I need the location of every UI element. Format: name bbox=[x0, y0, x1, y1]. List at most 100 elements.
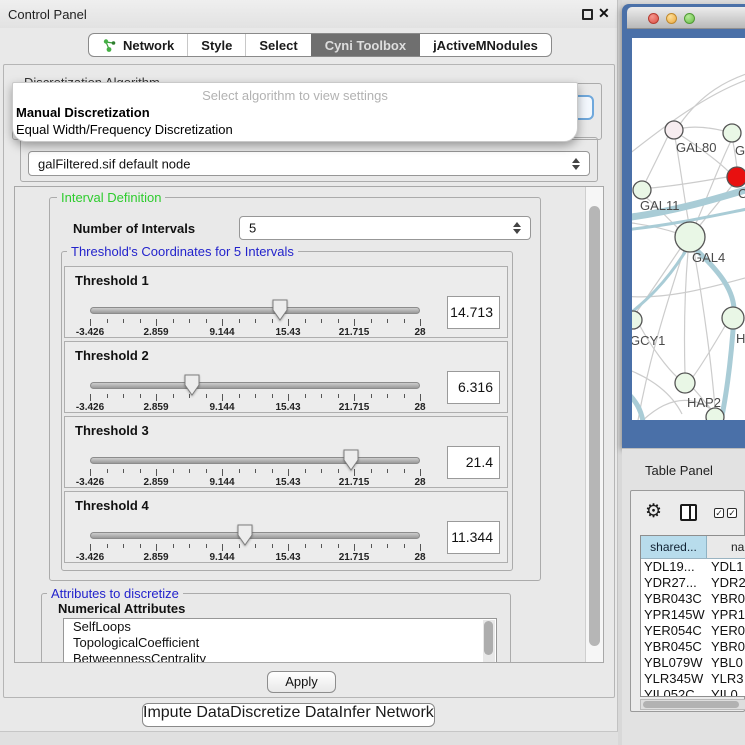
cell-name[interactable]: YBR0 bbox=[707, 591, 745, 607]
tab-jactivemnodules[interactable]: jActiveMNodules bbox=[419, 34, 551, 56]
table-horizontal-scrollbar[interactable] bbox=[640, 699, 745, 710]
column-header-shared-name[interactable]: shared... bbox=[641, 536, 707, 558]
cell-shared-name[interactable]: YBR043C bbox=[641, 591, 707, 607]
threshold-2-slider-thumb[interactable] bbox=[184, 374, 200, 396]
cell-name[interactable]: YPR1 bbox=[707, 607, 745, 623]
threshold-2-slider-track[interactable] bbox=[90, 382, 420, 389]
network-icon bbox=[102, 38, 117, 53]
num-intervals-combobox[interactable]: 5 bbox=[239, 216, 531, 240]
numerical-attributes-list[interactable]: SelfLoopsTopologicalCoefficientBetweenne… bbox=[63, 618, 497, 663]
cell-shared-name[interactable]: YPR145W bbox=[641, 607, 707, 623]
tab-cyni-toolbox[interactable]: Cyni Toolbox bbox=[311, 34, 419, 56]
cell-shared-name[interactable]: YIL052C bbox=[641, 687, 707, 697]
cell-name[interactable]: YLR3 bbox=[707, 671, 745, 687]
window-title: Control Panel bbox=[8, 7, 87, 22]
cell-shared-name[interactable]: YBL079W bbox=[641, 655, 707, 671]
algorithm-option[interactable]: Equal Width/Frequency Discretization bbox=[16, 121, 569, 138]
float-window-icon[interactable] bbox=[582, 9, 593, 20]
top-tab-bar: NetworkStyleSelectCyni ToolboxjActiveMNo… bbox=[88, 33, 552, 57]
threshold-2-value-field[interactable]: 6.316 bbox=[447, 371, 500, 404]
column-header-name[interactable]: na bbox=[707, 536, 745, 558]
attributes-scrollbar[interactable] bbox=[483, 620, 495, 663]
table-row[interactable]: YBR043CYBR0 bbox=[641, 591, 745, 607]
control-panel-titlebar: Control Panel ✕ bbox=[0, 0, 617, 28]
cell-shared-name[interactable]: YBR045C bbox=[641, 639, 707, 655]
checkbox-icon[interactable]: ✓ bbox=[714, 508, 724, 518]
cell-shared-name[interactable]: YLR345W bbox=[641, 671, 707, 687]
node-label: GAL11 bbox=[640, 198, 680, 213]
table-data-combobox[interactable]: galFiltered.sif default node bbox=[28, 151, 590, 176]
attribute-list-item[interactable]: BetweennessCentrality bbox=[64, 651, 496, 663]
table-row[interactable]: YPR145WYPR1 bbox=[641, 607, 745, 623]
threshold-3-slider-thumb[interactable] bbox=[343, 449, 359, 471]
threshold-1-slider-thumb[interactable] bbox=[272, 299, 288, 321]
table-row[interactable]: YBL079WYBL0 bbox=[641, 655, 745, 671]
cell-shared-name[interactable]: YDR27... bbox=[641, 575, 707, 591]
network-window-titlebar[interactable] bbox=[627, 7, 745, 29]
threshold-3-value-field[interactable]: 21.4 bbox=[447, 446, 500, 479]
tab-style[interactable]: Style bbox=[187, 34, 245, 56]
threshold-1-slider-track[interactable] bbox=[90, 307, 420, 314]
tab-label: Infer Network bbox=[339, 704, 434, 721]
network-canvas[interactable]: GAL80GACGAL11GAL4GCY1HHAP2 bbox=[632, 38, 745, 420]
threshold-4-value-field[interactable]: 11.344 bbox=[447, 521, 500, 554]
tab-select[interactable]: Select bbox=[245, 34, 310, 56]
bottom-tab-infer-network[interactable]: Infer Network bbox=[339, 704, 434, 726]
table-row[interactable]: YIL052CYIL0 bbox=[641, 687, 745, 697]
tab-network[interactable]: Network bbox=[89, 34, 187, 56]
bottom-tab-impute-data[interactable]: Impute Data bbox=[143, 704, 230, 726]
cell-name[interactable]: YER0 bbox=[707, 623, 745, 639]
attribute-list-item[interactable]: SelfLoops bbox=[64, 619, 496, 635]
table-row[interactable]: YDL19...YDL1 bbox=[641, 559, 745, 575]
network-node-ga[interactable] bbox=[723, 124, 741, 142]
scrollbar-thumb[interactable] bbox=[643, 701, 739, 708]
cell-name[interactable]: YBL0 bbox=[707, 655, 745, 671]
bottom-tab-discretize-data[interactable]: Discretize Data bbox=[230, 704, 338, 726]
network-node-gal4[interactable] bbox=[675, 222, 705, 252]
cell-name[interactable]: YDR2 bbox=[707, 575, 745, 591]
threshold-4-slider-track[interactable] bbox=[90, 532, 420, 539]
threshold-4-slider-thumb[interactable] bbox=[237, 524, 253, 546]
table-row[interactable]: YER054CYER0 bbox=[641, 623, 745, 639]
thresholds-legend: Threshold's Coordinates for 5 Intervals bbox=[67, 244, 298, 259]
table-toolbar: ⚙ ✓ ✓ bbox=[631, 491, 744, 535]
threshold-1-value-field[interactable]: 14.713 bbox=[447, 296, 500, 329]
panel-vertical-scrollbar[interactable] bbox=[585, 187, 603, 662]
table-panel-title: Table Panel bbox=[645, 463, 713, 478]
network-node-h[interactable] bbox=[722, 307, 744, 329]
table-row[interactable]: YDR27...YDR2 bbox=[641, 575, 745, 591]
table-row[interactable]: YLR345WYLR3 bbox=[641, 671, 745, 687]
gear-icon[interactable]: ⚙ bbox=[645, 500, 662, 523]
apply-button[interactable]: Apply bbox=[267, 671, 336, 693]
cell-shared-name[interactable]: YDL19... bbox=[641, 559, 707, 575]
network-node-gal80[interactable] bbox=[665, 121, 683, 139]
checkbox-icon[interactable]: ✓ bbox=[727, 508, 737, 518]
algorithm-option[interactable]: Manual Discretization bbox=[16, 104, 569, 121]
network-node-c[interactable] bbox=[727, 167, 745, 187]
threshold-3-slider-track[interactable] bbox=[90, 457, 420, 464]
cell-name[interactable]: YBR0 bbox=[707, 639, 745, 655]
mac-close-icon[interactable] bbox=[648, 13, 659, 24]
cell-name[interactable]: YIL0 bbox=[707, 687, 745, 697]
mac-zoom-icon[interactable] bbox=[684, 13, 695, 24]
node-label: GA bbox=[735, 143, 745, 158]
mac-minimize-icon[interactable] bbox=[666, 13, 677, 24]
columns-icon[interactable] bbox=[680, 504, 697, 521]
cell-name[interactable]: YDL1 bbox=[707, 559, 745, 575]
network-view-window: GAL80GACGAL11GAL4GCY1HHAP2 bbox=[622, 4, 745, 448]
slider-tick-labels: -3.4262.8599.14415.4321.71528 bbox=[65, 477, 507, 489]
network-node-gal11[interactable] bbox=[633, 181, 651, 199]
close-icon[interactable]: ✕ bbox=[598, 5, 610, 22]
table-panel-box: ⚙ ✓ ✓ shared... na YDL19...YDL1YDR27...Y… bbox=[630, 490, 745, 712]
table-row[interactable]: YBR045CYBR0 bbox=[641, 639, 745, 655]
threshold-4-label: Threshold 4 bbox=[75, 498, 149, 513]
attribute-list-item[interactable]: TopologicalCoefficient bbox=[64, 635, 496, 651]
network-node[interactable] bbox=[706, 408, 724, 420]
network-node-hap2[interactable] bbox=[675, 373, 695, 393]
scrollbar-thumb[interactable] bbox=[589, 206, 600, 646]
num-intervals-label: Number of Intervals bbox=[73, 221, 195, 236]
cell-shared-name[interactable]: YER054C bbox=[641, 623, 707, 639]
table-header: shared... na bbox=[641, 536, 745, 559]
threshold-row-3: Threshold 3 -3.4262.8599.14415.4321.7152… bbox=[64, 416, 508, 488]
window-bottom-strip bbox=[0, 731, 620, 745]
